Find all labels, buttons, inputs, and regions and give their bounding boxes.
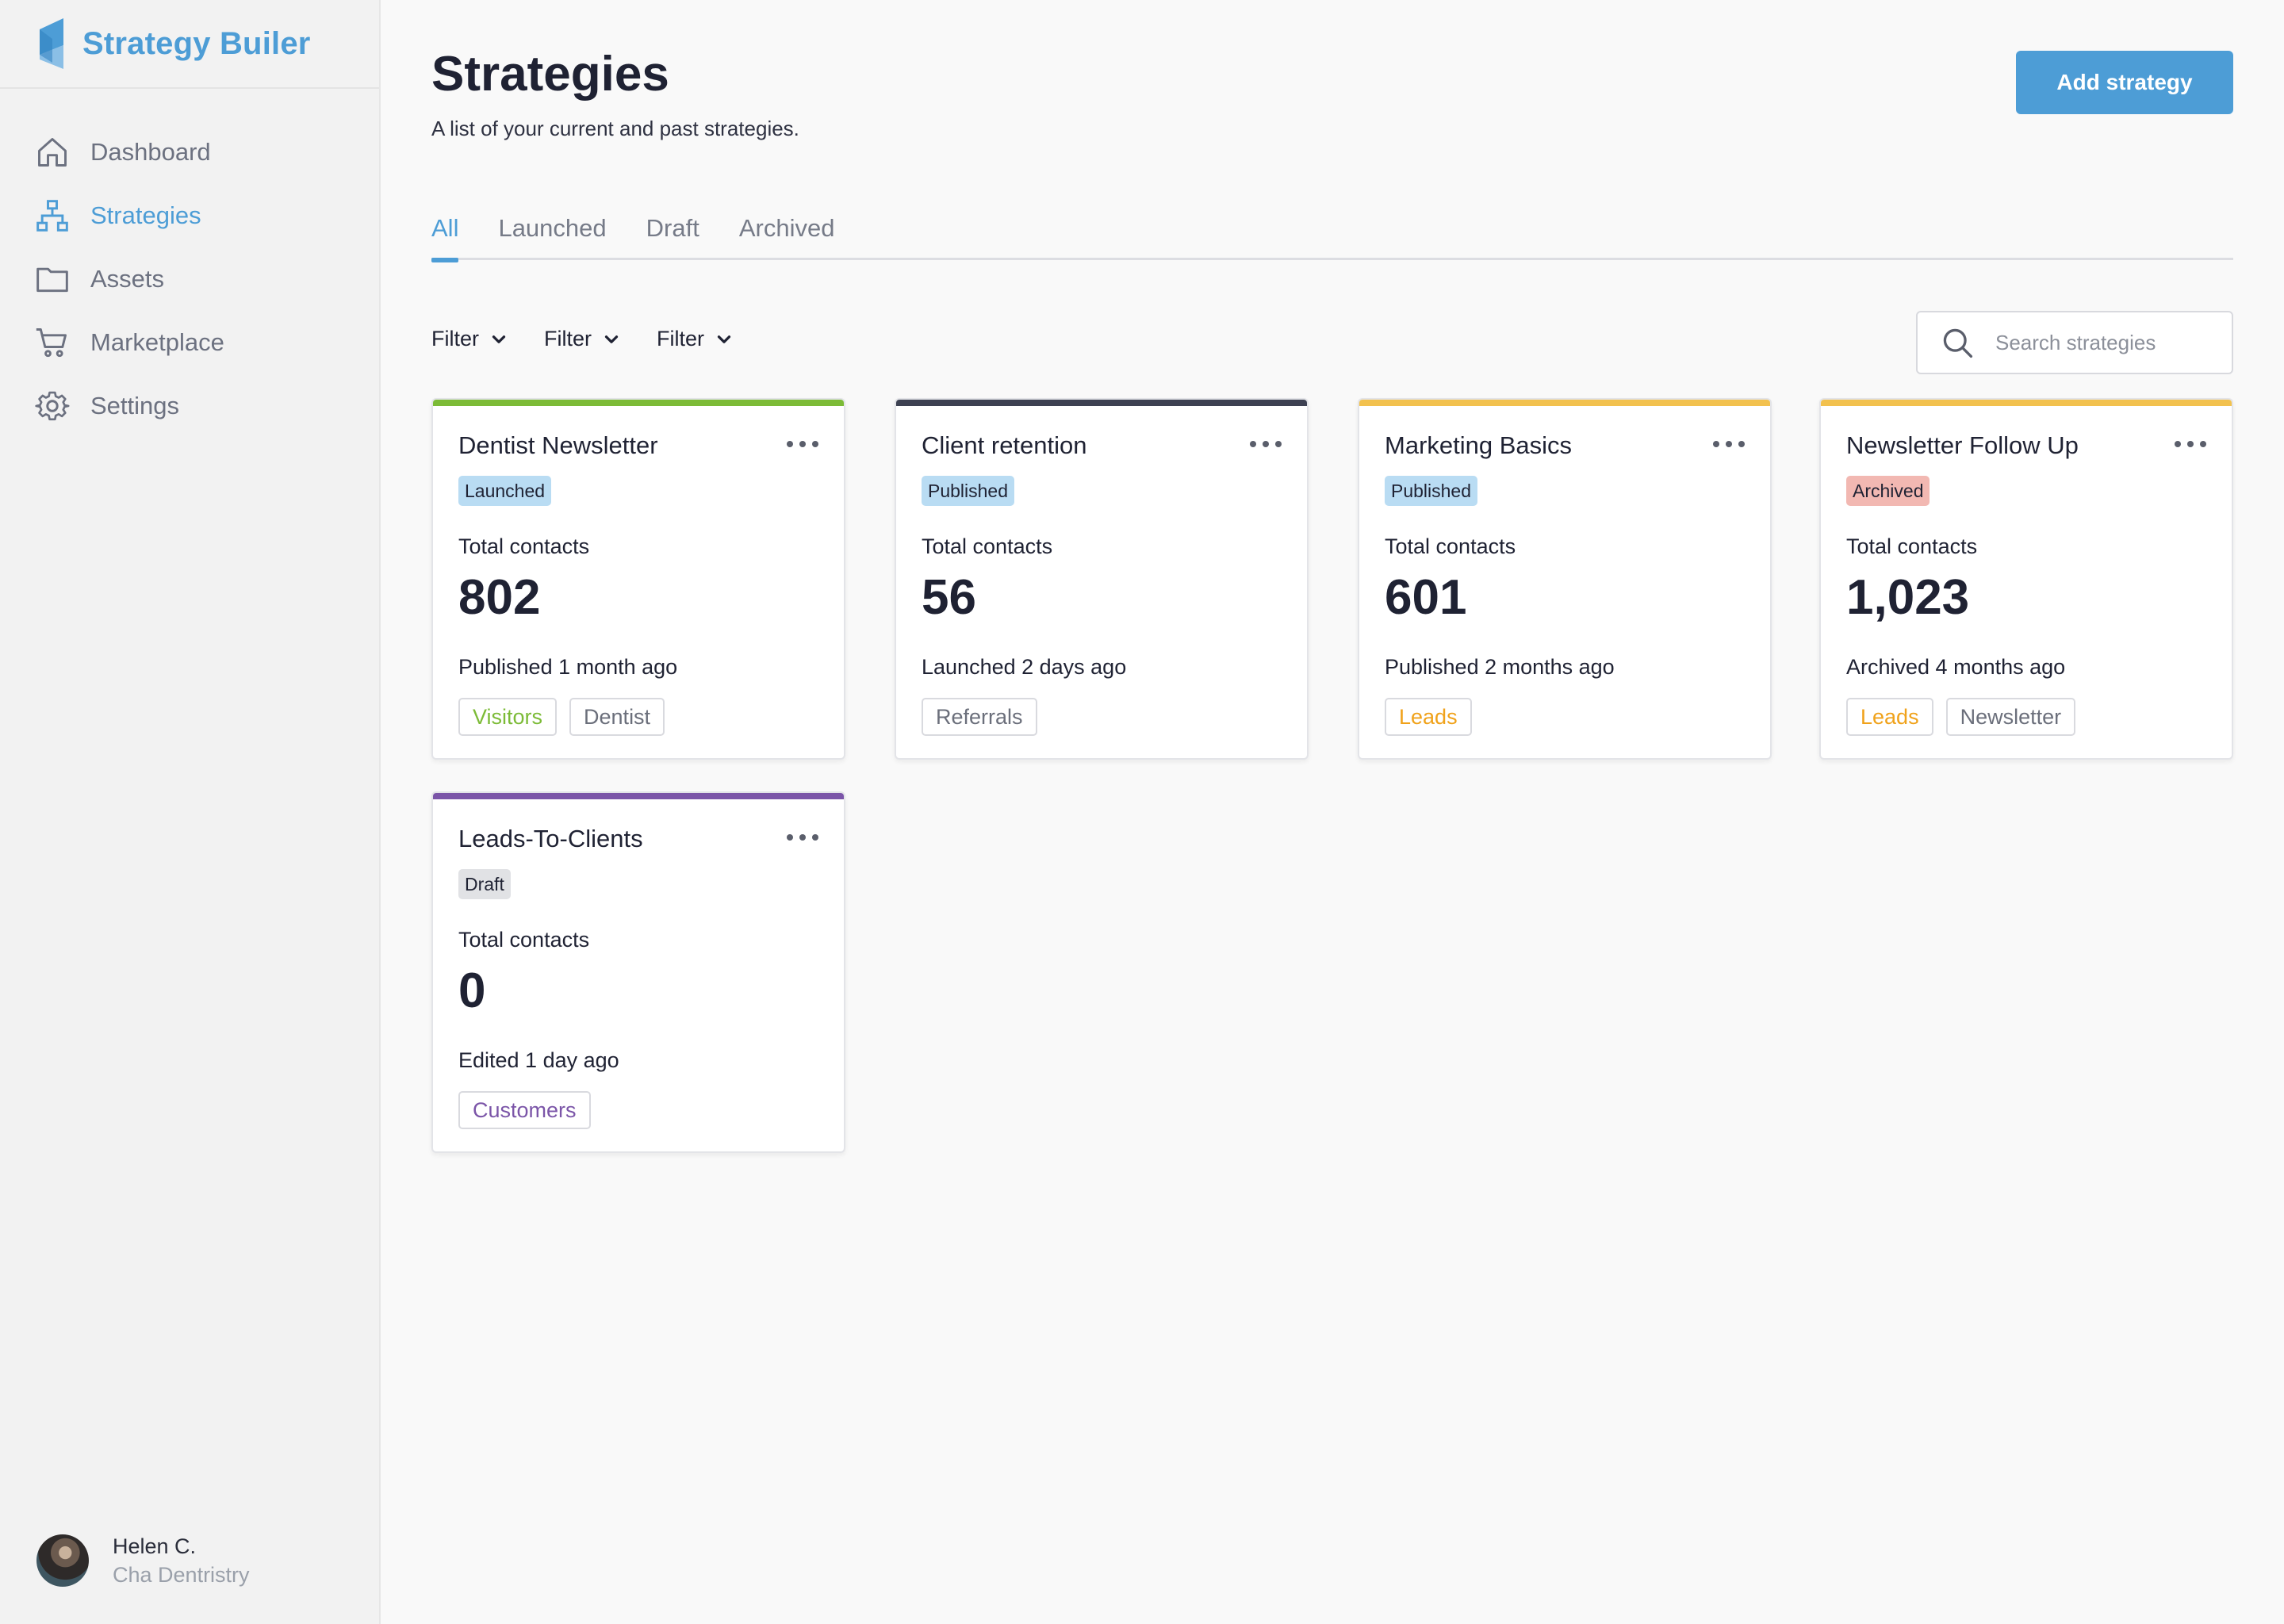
contacts-count: 56 — [922, 570, 976, 625]
status-badge: Launched — [458, 476, 552, 506]
status-badge: Published — [1385, 476, 1478, 506]
tab-archived[interactable]: Archived — [739, 208, 835, 260]
filter-dropdown[interactable]: Filter — [544, 327, 622, 351]
more-options-icon[interactable] — [787, 834, 818, 844]
card-accent-bar — [433, 793, 844, 799]
contacts-label: Total contacts — [458, 928, 590, 952]
tag[interactable]: Visitors — [458, 698, 558, 736]
chevron-down-icon — [717, 335, 731, 343]
avatar — [36, 1534, 89, 1587]
contacts-label: Total contacts — [922, 534, 1053, 558]
card-tags: Leads — [1385, 698, 1485, 736]
page-subtitle: A list of your current and past strategi… — [431, 117, 799, 140]
search-box[interactable] — [1916, 311, 2233, 374]
sidebar: Strategy Builer Dashboard Strategies Ass… — [0, 0, 381, 1624]
cart-icon — [35, 325, 70, 360]
tag[interactable]: Leads — [1385, 698, 1472, 736]
contacts-count: 1,023 — [1846, 570, 1970, 625]
filter-bar: Filter Filter Filter — [431, 327, 769, 351]
sidebar-item-settings[interactable]: Settings — [0, 374, 379, 438]
chevron-down-icon — [492, 335, 506, 343]
sidebar-item-label: Settings — [90, 392, 180, 419]
sidebar-item-assets[interactable]: Assets — [0, 247, 379, 311]
card-tags: Customers — [458, 1091, 604, 1129]
card-accent-bar — [1821, 400, 2232, 406]
user-organization: Cha Dentristry — [113, 1563, 250, 1587]
sitemap-icon — [35, 198, 70, 233]
card-timestamp: Published 1 month ago — [458, 655, 678, 679]
sidebar-item-label: Marketplace — [90, 328, 224, 356]
user-profile[interactable]: Helen C. Cha Dentristry — [36, 1532, 250, 1589]
sidebar-item-label: Assets — [90, 265, 165, 293]
search-input[interactable] — [1995, 330, 2217, 355]
filter-dropdown[interactable]: Filter — [657, 327, 734, 351]
card-accent-bar — [433, 400, 844, 406]
filter-dropdown[interactable]: Filter — [431, 327, 509, 351]
card-tags: Leads Newsletter — [1846, 698, 2088, 736]
strategy-card[interactable]: Leads-To-Clients Draft Total contacts 0 … — [431, 791, 845, 1153]
strategy-tabs: All Launched Draft Archived — [431, 208, 2233, 262]
status-badge: Archived — [1846, 476, 1930, 506]
filter-label: Filter — [657, 327, 704, 350]
sidebar-item-dashboard[interactable]: Dashboard — [0, 121, 379, 184]
more-options-icon[interactable] — [787, 441, 818, 450]
search-icon — [1943, 328, 1973, 358]
tag[interactable]: Leads — [1846, 698, 1933, 736]
user-name: Helen C. — [113, 1534, 197, 1558]
sidebar-nav: Dashboard Strategies Assets Marketplace … — [0, 121, 379, 438]
strategy-card[interactable]: Dentist Newsletter Launched Total contac… — [431, 398, 845, 760]
tag[interactable]: Newsletter — [1945, 698, 2076, 736]
contacts-count: 0 — [458, 963, 486, 1018]
card-tags: Referrals — [922, 698, 1050, 736]
tag[interactable]: Dentist — [569, 698, 665, 736]
sidebar-item-label: Strategies — [90, 201, 201, 229]
status-badge: Draft — [458, 869, 511, 899]
app-name: Strategy Builer — [82, 25, 311, 61]
strategy-card[interactable]: Newsletter Follow Up Archived Total cont… — [1819, 398, 2233, 760]
card-timestamp: Archived 4 months ago — [1846, 655, 2066, 679]
card-title: Dentist Newsletter — [458, 431, 658, 459]
card-timestamp: Published 2 months ago — [1385, 655, 1615, 679]
gear-icon — [35, 389, 70, 423]
more-options-icon[interactable] — [2175, 441, 2206, 450]
more-options-icon[interactable] — [1713, 441, 1745, 450]
contacts-count: 802 — [458, 570, 541, 625]
tab-launched[interactable]: Launched — [498, 208, 606, 260]
card-accent-bar — [896, 400, 1307, 406]
sidebar-item-marketplace[interactable]: Marketplace — [0, 311, 379, 374]
card-title: Leads-To-Clients — [458, 825, 643, 852]
filter-label: Filter — [544, 327, 592, 350]
status-badge: Published — [922, 476, 1015, 506]
card-tags: Visitors Dentist — [458, 698, 677, 736]
card-title: Marketing Basics — [1385, 431, 1573, 459]
home-icon — [35, 135, 70, 170]
strategy-builder-logo-icon — [40, 18, 63, 69]
chevron-down-icon — [604, 335, 619, 343]
more-options-icon[interactable] — [1250, 441, 1282, 450]
add-strategy-button[interactable]: Add strategy — [2016, 51, 2233, 114]
card-timestamp: Edited 1 day ago — [458, 1048, 619, 1072]
tag[interactable]: Customers — [458, 1091, 591, 1129]
strategy-card[interactable]: Marketing Basics Published Total contact… — [1358, 398, 1772, 760]
contacts-label: Total contacts — [1846, 534, 1978, 558]
card-title: Client retention — [922, 431, 1087, 459]
page-title: Strategies — [431, 47, 669, 102]
sidebar-item-strategies[interactable]: Strategies — [0, 184, 379, 247]
tab-draft[interactable]: Draft — [646, 208, 699, 260]
card-timestamp: Launched 2 days ago — [922, 655, 1127, 679]
tag[interactable]: Referrals — [922, 698, 1037, 736]
contacts-label: Total contacts — [1385, 534, 1516, 558]
strategy-card[interactable]: Client retention Published Total contact… — [895, 398, 1309, 760]
contacts-label: Total contacts — [458, 534, 590, 558]
card-accent-bar — [1359, 400, 1770, 406]
contacts-count: 601 — [1385, 570, 1467, 625]
brand[interactable]: Strategy Builer — [0, 0, 379, 89]
sidebar-item-label: Dashboard — [90, 138, 211, 166]
card-title: Newsletter Follow Up — [1846, 431, 2079, 459]
tab-all[interactable]: All — [431, 208, 459, 262]
filter-label: Filter — [431, 327, 479, 350]
folder-icon — [35, 262, 70, 297]
